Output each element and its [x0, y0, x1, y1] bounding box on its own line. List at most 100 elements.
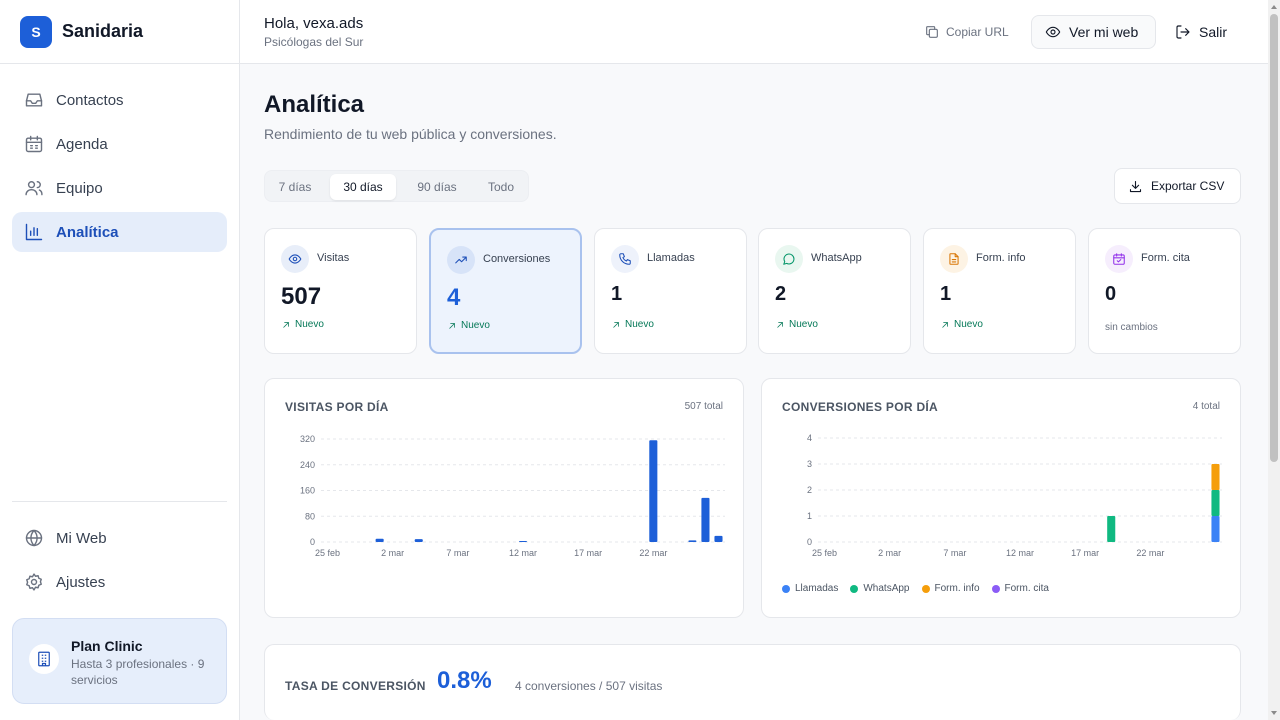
chart-bar [701, 497, 710, 542]
chart-bar [1211, 516, 1220, 542]
trending-up-icon [447, 246, 475, 274]
kpi-trend: Nuevo [447, 320, 490, 331]
logout-icon [1176, 25, 1190, 39]
plan-card[interactable]: Plan Clinic Hasta 3 profesionales · 9 se… [12, 618, 227, 704]
sidebar-bottom-nav: Mi Web Ajustes [12, 518, 227, 606]
legend-item-form-cita: Form. cita [991, 583, 1049, 594]
sidebar-nav: Contactos Agenda Equipo Analítica [12, 80, 227, 256]
kpi-card-form-info[interactable]: Form. info 1 Nuevo [923, 228, 1076, 354]
kpi-card-conversiones[interactable]: Conversiones 4 Nuevo [429, 228, 582, 354]
main-content: Analítica Rendimiento de tu web pública … [240, 64, 1268, 720]
organization-name: Psicólogas del Sur [264, 35, 364, 49]
x-tick-label: 7 mar [943, 548, 966, 558]
sidebar-item-agenda[interactable]: Agenda [12, 124, 227, 164]
brand[interactable]: S Sanidaria [0, 0, 239, 64]
conversions-chart-panel: CONVERSIONES POR DÍA 4 total 0 1 2 3 4 25 feb… [761, 378, 1241, 618]
page-subtitle: Rendimiento de tu web pública y conversi… [264, 126, 557, 142]
x-tick-label: 17 mar [574, 548, 602, 558]
kpi-trend-label: Nuevo [625, 319, 654, 330]
kpi-trend: Nuevo [611, 319, 654, 330]
sidebar-item-label: Ajustes [56, 573, 106, 591]
sidebar-item-label: Agenda [56, 135, 108, 153]
kpi-trend-label: Nuevo [789, 319, 818, 330]
y-tick-label: 0 [310, 537, 315, 547]
kpi-card-form-cita[interactable]: Form. cita 0 sin cambios [1088, 228, 1241, 354]
kpi-card-llamadas[interactable]: Llamadas 1 Nuevo [594, 228, 747, 354]
scrollbar[interactable] [1268, 0, 1280, 720]
sidebar-item-contactos[interactable]: Contactos [12, 80, 227, 120]
legend-swatch [782, 584, 790, 593]
tab-90-dias[interactable]: 90 días [404, 174, 470, 200]
x-tick-label: 22 mar [1136, 548, 1164, 558]
legend-item-whatsapp: WhatsApp [850, 583, 910, 594]
y-tick-label: 320 [300, 434, 315, 444]
sidebar-item-label: Mi Web [56, 529, 107, 547]
users-icon [25, 181, 43, 196]
logout-button[interactable]: Salir [1175, 15, 1227, 49]
legend-label: Form. info [934, 583, 980, 594]
message-circle-icon [775, 245, 803, 273]
copy-url-button[interactable]: Copiar URL [924, 15, 1009, 49]
chart-bar [1211, 464, 1220, 490]
kpi-label: Visitas [317, 252, 350, 264]
sidebar-item-analitica[interactable]: Analítica [12, 212, 227, 252]
view-site-button[interactable]: Ver mi web [1031, 15, 1156, 49]
kpi-trend: sin cambios [1105, 322, 1158, 333]
kpi-card-whatsapp[interactable]: WhatsApp 2 Nuevo [758, 228, 911, 354]
calendar-check-icon [1105, 245, 1133, 273]
view-site-label: Ver mi web [1069, 24, 1139, 40]
y-tick-label: 1 [807, 511, 812, 521]
scrollbar-thumb[interactable] [1270, 14, 1278, 462]
x-tick-label: 25 feb [812, 548, 837, 558]
kpi-trend: Nuevo [281, 319, 324, 330]
x-tick-label: 17 mar [1071, 548, 1099, 558]
file-text-icon [940, 245, 968, 273]
tab-todo[interactable]: Todo [477, 174, 525, 200]
conversion-rate-card: TASA DE CONVERSIÓN 0.8% 4 conversiones /… [264, 644, 1241, 720]
sidebar-item-ajustes[interactable]: Ajustes [12, 562, 227, 602]
gear-icon [26, 573, 42, 591]
kpi-card-visitas[interactable]: Visitas 507 Nuevo [264, 228, 417, 354]
app-window: S Sanidaria Contactos Agenda Equipo Anal… [0, 0, 1280, 720]
y-tick-label: 80 [305, 511, 315, 521]
scroll-down-arrow[interactable] [1271, 711, 1277, 715]
conversion-rate-value: 0.8% [437, 667, 492, 694]
logout-label: Salir [1199, 24, 1228, 40]
export-csv-button[interactable]: Exportar CSV [1114, 168, 1241, 204]
sidebar-divider [12, 501, 227, 502]
eye-icon [1045, 26, 1061, 38]
kpi-label: Llamadas [647, 252, 695, 264]
tab-7-dias[interactable]: 7 días [268, 174, 322, 200]
x-tick-label: 7 mar [446, 548, 469, 558]
kpi-label: Conversiones [483, 253, 551, 265]
kpi-value: 507 [281, 283, 322, 310]
kpi-value: 4 [447, 284, 461, 311]
tab-30-dias[interactable]: 30 días [330, 174, 396, 200]
legend-item-form-info: Form. info [921, 583, 980, 594]
sidebar-item-label: Equipo [56, 179, 103, 197]
scroll-up-arrow[interactable] [1271, 5, 1277, 9]
arrow-up-right-icon [613, 321, 619, 328]
kpi-value: 1 [611, 283, 623, 305]
x-tick-label: 25 feb [315, 548, 340, 558]
plan-description: Hasta 3 profesionales · 9 servicios [71, 657, 205, 687]
kpi-trend-label: sin cambios [1105, 322, 1158, 333]
range-tabs: 7 días 30 días 90 días Todo [264, 170, 529, 202]
page-title: Analítica [264, 91, 365, 118]
sidebar: S Sanidaria Contactos Agenda Equipo Anal… [0, 0, 240, 720]
x-tick-label: 2 mar [381, 548, 404, 558]
arrow-up-right-icon [449, 322, 455, 329]
arrow-up-right-icon [777, 321, 783, 328]
export-label: Exportar CSV [1151, 179, 1225, 193]
bar-chart-icon [25, 223, 43, 241]
y-tick-label: 4 [807, 433, 812, 443]
y-tick-label: 160 [300, 486, 315, 496]
legend-swatch [850, 584, 859, 593]
plan-title: Plan Clinic [71, 638, 143, 654]
arrow-up-right-icon [283, 321, 289, 328]
sidebar-item-equipo[interactable]: Equipo [12, 168, 227, 208]
sidebar-item-label: Analítica [56, 223, 119, 241]
legend-label: WhatsApp [863, 583, 910, 594]
sidebar-item-mi-web[interactable]: Mi Web [12, 518, 227, 558]
x-tick-label: 2 mar [878, 548, 901, 558]
